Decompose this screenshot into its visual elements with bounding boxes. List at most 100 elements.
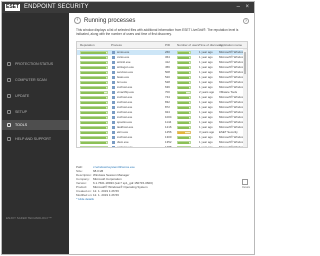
process-icon — [112, 126, 115, 129]
arrow-left-icon: ‹ — [76, 17, 79, 23]
users-bar — [177, 86, 191, 89]
magnifier-icon — [7, 78, 11, 82]
column-header-reputation[interactable]: Reputation — [80, 43, 95, 47]
users-bar — [177, 76, 191, 79]
process-icon — [112, 81, 115, 84]
sidebar: PROTECTION STATUS COMPUTER SCAN UPDATE S… — [2, 13, 69, 254]
users-bar — [177, 111, 191, 114]
process-icon — [112, 91, 115, 94]
users-bar — [177, 146, 191, 147]
reputation-bar — [80, 86, 108, 89]
reputation-bar — [80, 106, 108, 109]
help-button[interactable]: ? — [243, 18, 249, 24]
process-icon — [112, 101, 115, 104]
page-title: Running processes — [84, 18, 136, 24]
minimize-button[interactable]: – — [237, 3, 240, 11]
process-icon — [112, 146, 115, 147]
reputation-bar — [80, 116, 108, 119]
users-bar — [177, 121, 191, 124]
sidebar-item-label: PROTECTION STATUS — [15, 62, 54, 66]
process-icon — [112, 141, 115, 144]
sidebar-item-label: SETUP — [15, 110, 27, 114]
sidebar-item-setup[interactable]: SETUP — [2, 107, 69, 117]
sidebar-item-label: COMPUTER SCAN — [15, 78, 47, 82]
back-button[interactable]: ‹ — [74, 17, 81, 24]
question-icon: ? — [244, 18, 248, 23]
reputation-bar — [80, 126, 108, 129]
close-button[interactable]: × — [245, 3, 249, 11]
column-header-pid[interactable]: PID — [165, 43, 170, 47]
app-title: ENDPOINT SECURITY — [24, 4, 89, 10]
shield-check-icon — [7, 62, 11, 66]
sidebar-item-update[interactable]: UPDATE — [2, 91, 69, 101]
sidebar-item-computer-scan[interactable]: COMPUTER SCAN — [2, 75, 69, 85]
eset-logo: ESET — [5, 4, 21, 11]
process-icon — [112, 56, 115, 59]
process-icon — [112, 86, 115, 89]
column-header-number-of-users[interactable]: Number of users — [177, 43, 199, 47]
gear-icon — [7, 110, 11, 114]
refresh-icon — [7, 94, 11, 98]
users-bar — [177, 141, 191, 144]
reputation-bar — [80, 141, 108, 144]
users-bar — [177, 66, 191, 69]
scrollbar-thumb[interactable] — [244, 52, 246, 74]
sidebar-item-tools[interactable]: TOOLS — [2, 120, 69, 130]
process-icon — [112, 76, 115, 79]
reputation-bar — [80, 76, 108, 79]
process-pid: 1388 — [165, 145, 172, 148]
main-panel: ‹ Running processes ? This window displa… — [69, 13, 254, 254]
process-icon — [112, 106, 115, 109]
page-description: This window displays a list of selected … — [76, 28, 239, 37]
sidebar-item-label: HELP AND SUPPORT — [15, 137, 52, 141]
reputation-bar — [80, 81, 108, 84]
process-icon — [112, 136, 115, 139]
process-icon — [112, 71, 115, 74]
users-bar — [177, 96, 191, 99]
sidebar-item-protection-status[interactable]: PROTECTION STATUS — [2, 59, 69, 69]
title-bar: ESET ENDPOINT SECURITY – × — [2, 2, 254, 13]
reputation-bar — [80, 96, 108, 99]
reputation-bar — [80, 56, 108, 59]
column-header-application-name[interactable]: Application name — [219, 43, 242, 47]
process-icon — [112, 131, 115, 134]
sidebar-item-label: TOOLS — [15, 123, 28, 127]
users-bar — [177, 131, 191, 134]
detail-value: 12. 1. 2019 1:26:56 — [93, 193, 119, 197]
reputation-bar — [80, 61, 108, 64]
sidebar-footer: ENJOY SAFER TECHNOLOGY™ — [6, 216, 52, 220]
hide-details-link[interactable]: ^ Hide details — [76, 197, 94, 201]
process-icon — [112, 121, 115, 124]
table-row[interactable]: explorer.exe 1388 1 year ago Microsoft® Win… — [77, 145, 243, 148]
reputation-bar — [80, 66, 108, 69]
users-bar — [177, 136, 191, 139]
details-icon[interactable] — [242, 179, 248, 185]
process-icon — [112, 66, 115, 69]
users-bar — [177, 116, 191, 119]
reputation-bar — [80, 146, 108, 147]
users-bar — [177, 51, 191, 54]
process-name: explorer.exe — [117, 145, 133, 148]
column-header-process[interactable]: Process — [111, 43, 122, 47]
reputation-bar — [80, 131, 108, 134]
users-bar — [177, 56, 191, 59]
reputation-bar — [80, 51, 108, 54]
users-bar — [177, 71, 191, 74]
application-name: Microsoft® Windows® Op... — [219, 145, 243, 148]
process-icon — [112, 96, 115, 99]
process-icon — [112, 61, 115, 64]
users-bar — [177, 91, 191, 94]
reputation-bar — [80, 91, 108, 94]
app-window: ESET ENDPOINT SECURITY – × PROTECTION ST… — [1, 1, 255, 255]
process-icon — [112, 111, 115, 114]
table-scrollbar[interactable] — [243, 49, 247, 147]
sidebar-item-help-and-support[interactable]: HELP AND SUPPORT — [2, 134, 69, 144]
reputation-bar — [80, 136, 108, 139]
reputation-bar — [80, 111, 108, 114]
users-bar — [177, 81, 191, 84]
reputation-bar — [80, 71, 108, 74]
reputation-bar — [80, 121, 108, 124]
question-icon — [7, 137, 11, 141]
process-icon — [112, 116, 115, 119]
process-icon — [112, 51, 115, 54]
